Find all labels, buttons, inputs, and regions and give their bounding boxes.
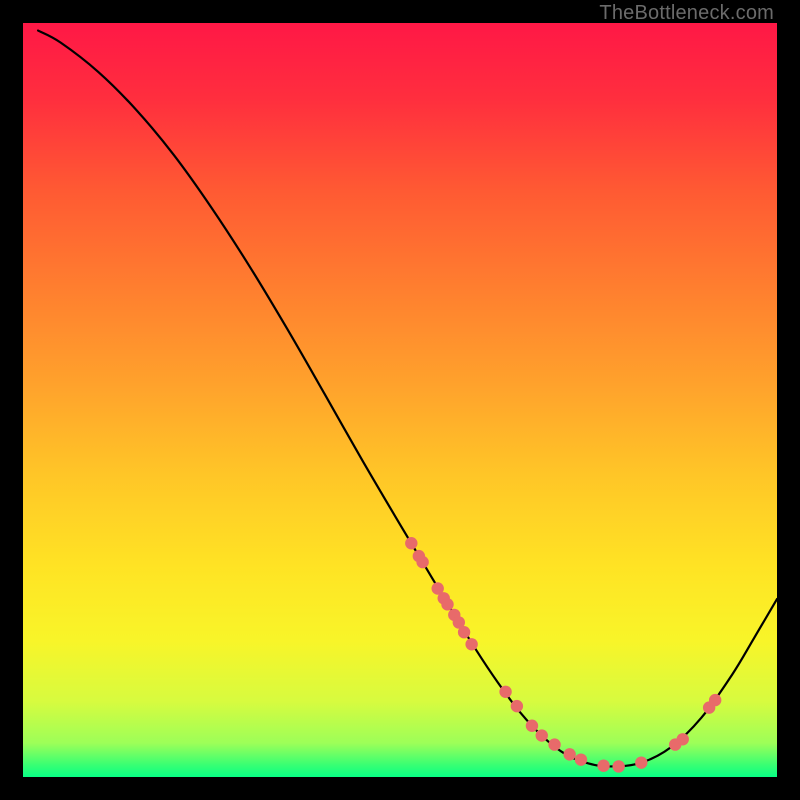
sample-point (511, 700, 523, 712)
watermark-text: TheBottleneck.com (599, 2, 774, 25)
sample-point (597, 759, 609, 771)
bottleneck-chart (23, 23, 777, 777)
sample-point (458, 626, 470, 638)
sample-point (441, 598, 453, 610)
sample-point (499, 686, 511, 698)
sample-point (526, 720, 538, 732)
sample-point (612, 760, 624, 772)
gradient-background (23, 23, 777, 777)
sample-point (536, 729, 548, 741)
sample-point (465, 638, 477, 650)
sample-point (709, 694, 721, 706)
sample-point (563, 748, 575, 760)
sample-point (635, 756, 647, 768)
sample-point (677, 733, 689, 745)
sample-point (416, 556, 428, 568)
sample-point (405, 537, 417, 549)
chart-frame (23, 23, 777, 777)
sample-point (548, 738, 560, 750)
sample-point (575, 753, 587, 765)
